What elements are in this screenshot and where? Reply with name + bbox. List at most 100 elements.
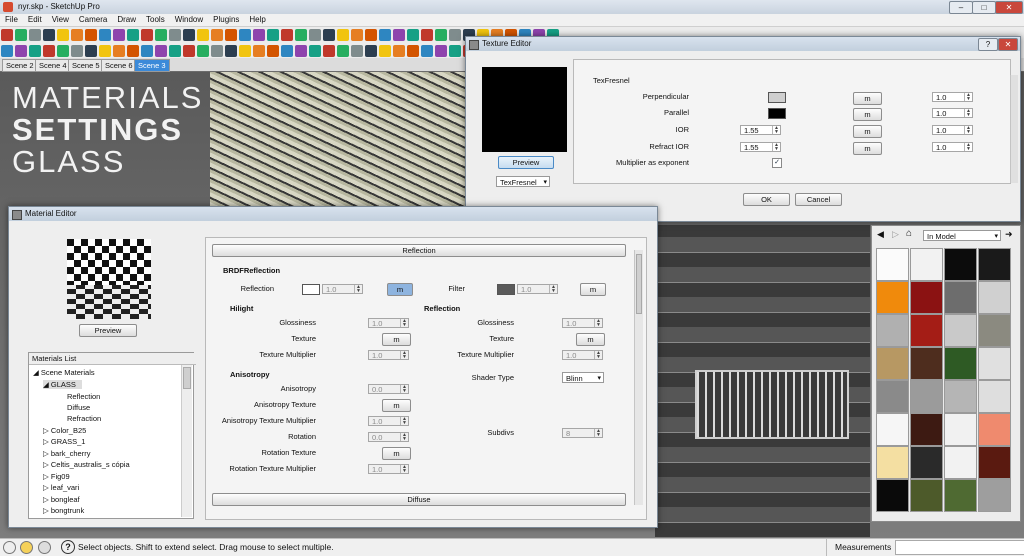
toolbar-tool-icon[interactable]	[323, 29, 335, 41]
list-item[interactable]: Reflection	[67, 392, 100, 401]
list-item[interactable]: ▷ bark_cherry	[43, 449, 90, 458]
spinner-icon[interactable]: ▲ ▼	[400, 417, 408, 426]
material-thumbnail[interactable]	[978, 446, 1011, 479]
toolbar-tool-icon[interactable]	[183, 29, 195, 41]
parallel-multiplier[interactable]: 1.0 ▲ ▼	[932, 108, 973, 118]
measurements-input[interactable]	[895, 540, 1024, 555]
menu-tools[interactable]: Tools	[141, 14, 170, 24]
toolbar-tool-icon[interactable]	[337, 45, 349, 57]
material-thumbnail[interactable]	[944, 380, 977, 413]
reflection-color[interactable]	[302, 284, 320, 295]
ior-multiplier[interactable]: 1.0 ▲ ▼	[932, 125, 973, 135]
material-thumbnail[interactable]	[910, 413, 943, 446]
toolbar-tool-icon[interactable]	[267, 45, 279, 57]
collection-select[interactable]: In Model	[923, 230, 1001, 242]
toolbar-tool-icon[interactable]	[197, 45, 209, 57]
material-thumbnail[interactable]	[876, 446, 909, 479]
reflection-texture-multiplier-input[interactable]: 1.0 ▲ ▼	[562, 350, 603, 360]
toolbar-tool-icon[interactable]	[183, 45, 195, 57]
menu-edit[interactable]: Edit	[23, 14, 47, 24]
reflection-multiplier[interactable]: 1.0 ▲ ▼	[322, 284, 363, 294]
toolbar-tool-icon[interactable]	[71, 45, 83, 57]
toolbar-tool-icon[interactable]	[449, 45, 461, 57]
tab-scene-2[interactable]: Scene 2	[2, 59, 38, 72]
toolbar-tool-icon[interactable]	[393, 29, 405, 41]
menu-view[interactable]: View	[47, 14, 74, 24]
toolbar-tool-icon[interactable]	[309, 29, 321, 41]
list-item[interactable]: ▷ GRASS_1	[43, 437, 85, 446]
cancel-button[interactable]: Cancel	[795, 193, 842, 206]
anisotropy-input[interactable]: 0.0 ▲ ▼	[368, 384, 409, 394]
list-item[interactable]: ▷ Celtis_australis_s cópia	[43, 460, 130, 469]
toolbar-tool-icon[interactable]	[211, 45, 223, 57]
toolbar-tool-icon[interactable]	[407, 29, 419, 41]
toolbar-tool-icon[interactable]	[421, 29, 433, 41]
user-icon[interactable]	[38, 541, 51, 554]
ok-button[interactable]: OK	[743, 193, 790, 206]
material-thumbnail[interactable]	[978, 314, 1011, 347]
hilight-texture-map-button[interactable]: m	[382, 333, 411, 346]
toolbar-tool-icon[interactable]	[127, 45, 139, 57]
material-thumbnail[interactable]	[876, 479, 909, 512]
rotation-texture-map-button[interactable]: m	[382, 447, 411, 460]
anisotropy-texture-multiplier-input[interactable]: 1.0 ▲ ▼	[368, 416, 409, 426]
toolbar-tool-icon[interactable]	[281, 29, 293, 41]
menu-draw[interactable]: Draw	[112, 14, 141, 24]
maximize-button[interactable]: □	[972, 1, 996, 14]
toolbar-tool-icon[interactable]	[379, 29, 391, 41]
spinner-icon[interactable]: ▲ ▼	[772, 126, 780, 135]
toolbar-tool-icon[interactable]	[85, 29, 97, 41]
tab-scene-6[interactable]: Scene 6	[101, 59, 137, 72]
reflection-texture-map-button[interactable]: m	[576, 333, 605, 346]
toolbar-tool-icon[interactable]	[57, 29, 69, 41]
minimize-button[interactable]: –	[949, 1, 973, 14]
spinner-icon[interactable]: ▲ ▼	[400, 351, 408, 360]
geo-location-icon[interactable]	[3, 541, 16, 554]
material-thumbnail[interactable]	[978, 413, 1011, 446]
back-arrow-icon[interactable]: ◀	[877, 229, 884, 240]
spinner-icon[interactable]: ▲ ▼	[964, 93, 972, 102]
details-arrow-icon[interactable]: ➜	[1005, 229, 1013, 240]
spinner-icon[interactable]: ▲ ▼	[549, 285, 557, 294]
material-thumbnail[interactable]	[876, 413, 909, 446]
toolbar-tool-icon[interactable]	[267, 29, 279, 41]
toolbar-tool-icon[interactable]	[15, 29, 27, 41]
rotation-texture-multiplier-input[interactable]: 1.0 ▲ ▼	[368, 464, 409, 474]
toolbar-tool-icon[interactable]	[365, 45, 377, 57]
spinner-icon[interactable]: ▲ ▼	[400, 433, 408, 442]
diffuse-layer-header[interactable]: Diffuse	[212, 493, 626, 506]
list-item[interactable]: ▷ bongleaf	[43, 495, 80, 504]
toolbar-tool-icon[interactable]	[225, 29, 237, 41]
toolbar-tool-icon[interactable]	[295, 29, 307, 41]
toolbar-tool-icon[interactable]	[113, 29, 125, 41]
tab-scene-4[interactable]: Scene 4	[35, 59, 71, 72]
materials-list-scrollbar[interactable]	[181, 365, 192, 517]
material-thumbnail[interactable]	[978, 347, 1011, 380]
filter-color[interactable]	[497, 284, 515, 295]
spinner-icon[interactable]: ▲ ▼	[400, 319, 408, 328]
filter-multiplier[interactable]: 1.0 ▲ ▼	[517, 284, 558, 294]
toolbar-tool-icon[interactable]	[351, 29, 363, 41]
texture-editor-close-button[interactable]: ✕	[998, 38, 1018, 51]
toolbar-tool-icon[interactable]	[211, 29, 223, 41]
texture-editor-scrollbar[interactable]	[1010, 75, 1018, 183]
help-icon[interactable]: ?	[61, 540, 75, 554]
tab-scene-5[interactable]: Scene 5	[68, 59, 104, 72]
menu-window[interactable]: Window	[170, 14, 208, 24]
material-thumbnail[interactable]	[978, 248, 1011, 281]
material-thumbnail[interactable]	[944, 347, 977, 380]
multiplier-exponent-checkbox[interactable]: ✓	[772, 158, 782, 168]
toolbar-tool-icon[interactable]	[15, 45, 27, 57]
toolbar-tool-icon[interactable]	[393, 45, 405, 57]
home-icon[interactable]: ⌂	[906, 228, 912, 239]
list-item[interactable]: ▷ Fig09	[43, 472, 70, 481]
reflection-glossiness-input[interactable]: 1.0 ▲ ▼	[562, 318, 603, 328]
material-thumbnail[interactable]	[910, 446, 943, 479]
toolbar-tool-icon[interactable]	[421, 45, 433, 57]
spinner-icon[interactable]: ▲ ▼	[594, 319, 602, 328]
perpendicular-map-button[interactable]: m	[853, 92, 882, 105]
parallel-color[interactable]	[768, 108, 786, 119]
material-thumbnail[interactable]	[876, 314, 909, 347]
toolbar-tool-icon[interactable]	[169, 29, 181, 41]
toolbar-tool-icon[interactable]	[435, 29, 447, 41]
